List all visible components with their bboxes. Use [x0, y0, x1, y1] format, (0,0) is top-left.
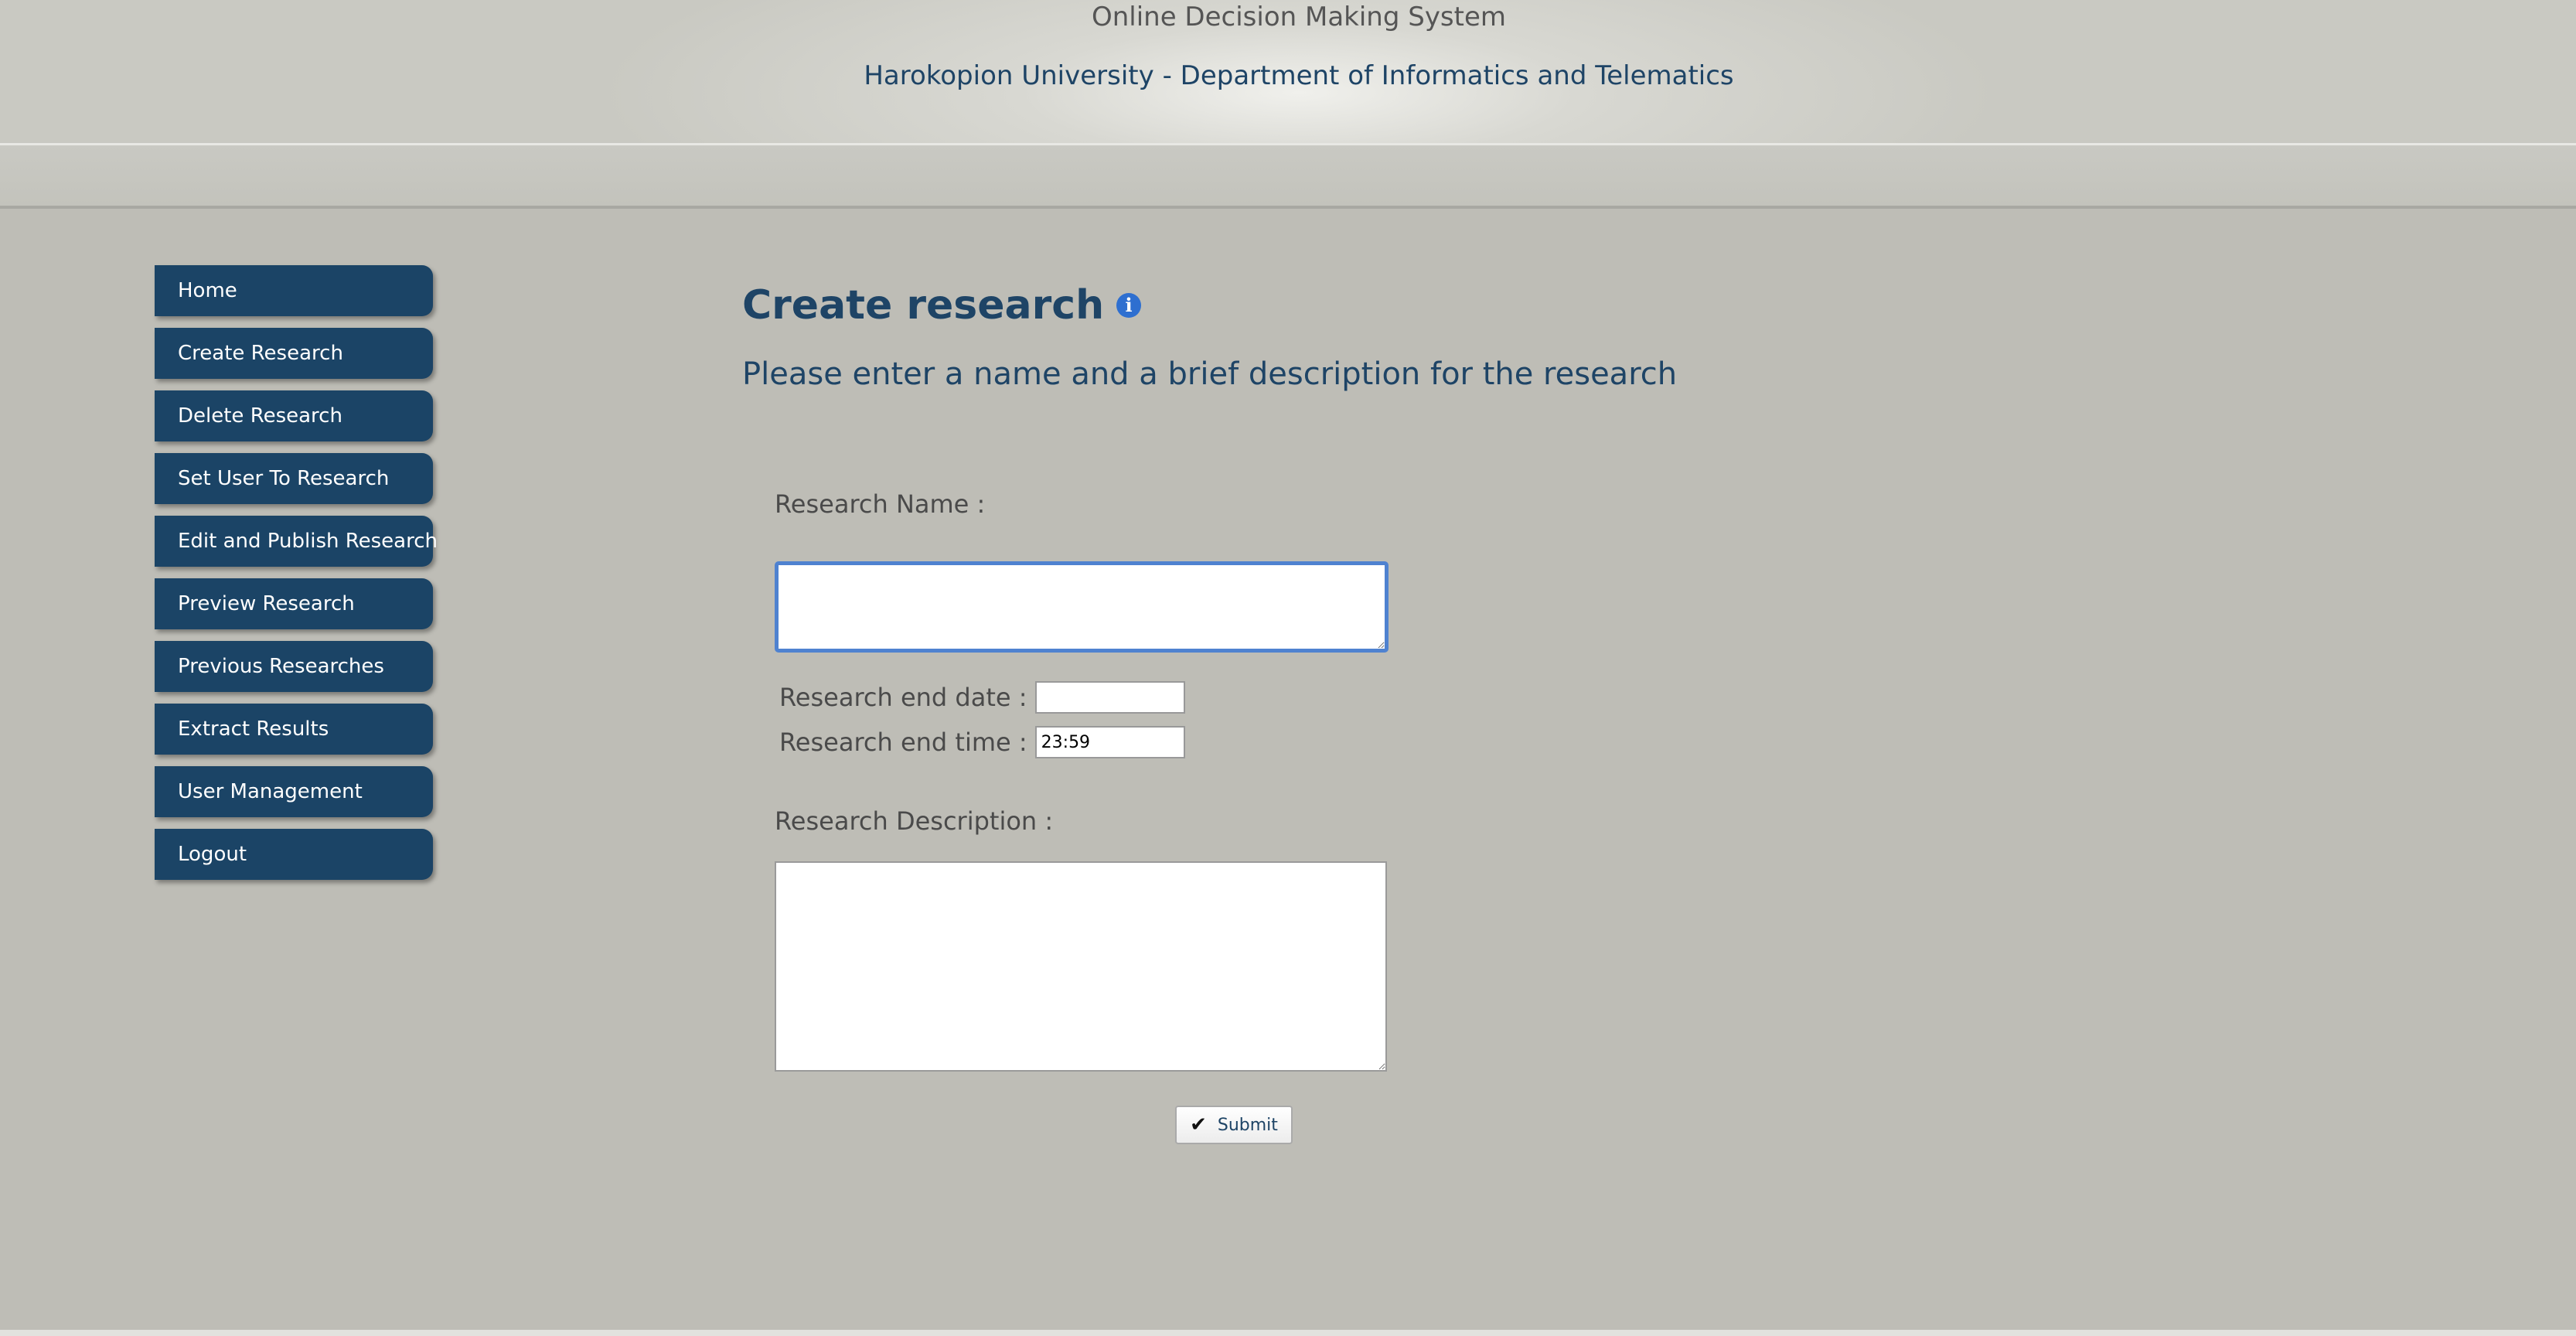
footer-divider: [0, 1330, 2576, 1336]
sidebar-item-user-management[interactable]: User Management: [155, 766, 433, 817]
end-date-row: Research end date :: [779, 680, 1185, 714]
research-description-input[interactable]: [775, 861, 1387, 1072]
info-icon[interactable]: i: [1116, 293, 1142, 318]
research-name-input[interactable]: [775, 561, 1389, 653]
sidebar-nav: Home Create Research Delete Research Set…: [155, 265, 438, 891]
end-time-input[interactable]: [1034, 726, 1185, 758]
subheader-band: [0, 145, 2576, 209]
sidebar-item-edit-publish-research[interactable]: Edit and Publish Research: [155, 516, 438, 567]
end-date-label: Research end date :: [779, 683, 1027, 712]
sidebar-item-create-research[interactable]: Create Research: [155, 328, 433, 379]
check-icon: ✔: [1190, 1113, 1207, 1137]
submit-button[interactable]: ✔ Submit: [1175, 1106, 1293, 1144]
end-time-row: Research end time :: [779, 725, 1185, 759]
submit-label: Submit: [1217, 1115, 1278, 1135]
research-name-label: Research Name :: [775, 489, 986, 519]
main-content: Create research i Please enter a name an…: [742, 278, 1902, 1144]
sidebar-item-set-user-to-research[interactable]: Set User To Research: [155, 453, 433, 504]
sidebar-item-preview-research[interactable]: Preview Research: [155, 578, 433, 629]
research-description-label: Research Description :: [775, 806, 1054, 836]
page-title-row: Create research i: [742, 278, 1902, 332]
end-time-label: Research end time :: [779, 728, 1027, 757]
site-header: Online Decision Making System Harokopion…: [0, 0, 2576, 145]
sidebar-item-home[interactable]: Home: [155, 265, 433, 316]
instruction-text: Please enter a name and a brief descript…: [742, 356, 1678, 392]
sidebar-item-previous-researches[interactable]: Previous Researches: [155, 641, 433, 692]
page-title: Create research: [742, 282, 1105, 329]
site-subtitle: Harokopion University - Department of In…: [864, 60, 1734, 91]
end-date-input[interactable]: [1034, 681, 1185, 714]
sidebar-item-delete-research[interactable]: Delete Research: [155, 390, 433, 441]
sidebar-item-extract-results[interactable]: Extract Results: [155, 704, 433, 755]
sidebar-item-logout[interactable]: Logout: [155, 829, 433, 880]
create-research-form: Research Name : Research end date : Rese…: [775, 487, 1470, 1144]
site-title: Online Decision Making System: [1091, 2, 1507, 32]
